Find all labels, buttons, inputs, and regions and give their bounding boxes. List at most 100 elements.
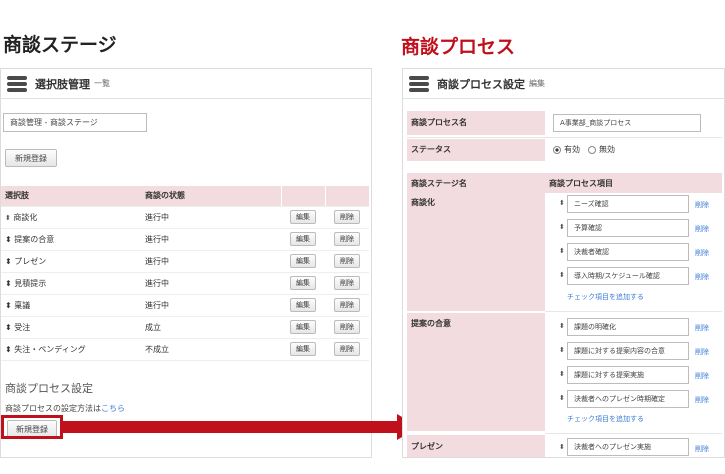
radio-inactive[interactable] [588, 145, 596, 154]
new-register-button[interactable]: 新規登録 [5, 149, 57, 167]
col-item: 商談プロセス項目 [549, 179, 613, 188]
col-choice: 選択肢 [1, 186, 141, 207]
item-input[interactable]: 課題に対する提案内容の合意 [567, 342, 689, 360]
panel-title: 商談プロセス設定 [437, 77, 525, 91]
add-check-item-link[interactable]: チェック項目を追加する [567, 414, 644, 424]
table-row: ⬍ プレゼン 進行中 編集 削除 [1, 250, 369, 273]
delete-button[interactable]: 削除 [334, 342, 360, 356]
panel-subtitle: 編集 [529, 79, 545, 88]
row-name: 商談化 [13, 212, 38, 222]
stage-name: 提案の合意 [411, 319, 451, 328]
radio-active-label: 有効 [564, 145, 580, 154]
panel-header: 選択肢管理 一覧 [1, 69, 371, 99]
delete-button[interactable]: 削除 [334, 210, 360, 224]
row-state: 進行中 [141, 206, 281, 229]
col-stage: 商談ステージ名 [411, 179, 467, 188]
item-delete-link[interactable]: 削除 [695, 347, 709, 357]
table-row: ⬍ 見積提示 進行中 編集 削除 [1, 272, 369, 295]
item-input[interactable]: 課題に対する提案実施 [567, 366, 689, 384]
row-state: 進行中 [141, 272, 281, 295]
drag-handle-icon[interactable]: ⬍ [5, 279, 12, 288]
row-state: 進行中 [141, 228, 281, 251]
drag-handle-icon[interactable]: ⬍ [5, 235, 12, 244]
delete-button[interactable]: 削除 [334, 276, 360, 290]
row-state: 進行中 [141, 250, 281, 273]
delete-button[interactable]: 削除 [334, 254, 360, 268]
drag-handle-icon[interactable]: ⬍ [559, 247, 565, 255]
database-icon [409, 75, 429, 92]
item-input[interactable]: 課題の明確化 [567, 318, 689, 336]
edit-button[interactable]: 編集 [290, 210, 316, 224]
drag-handle-icon[interactable]: ⬍ [559, 394, 565, 402]
item-input[interactable]: 決裁者確認 [567, 243, 689, 261]
item-delete-link[interactable]: 削除 [695, 444, 709, 454]
radio-inactive-label: 無効 [599, 145, 615, 154]
stage-name: 商談化 [411, 198, 435, 207]
divider [545, 433, 722, 434]
edit-button[interactable]: 編集 [290, 342, 316, 356]
add-check-item-link[interactable]: チェック項目を追加する [567, 292, 644, 302]
drag-handle-icon[interactable]: ⬍ [5, 214, 11, 222]
stage-cell [407, 313, 545, 431]
col-edit [280, 186, 325, 207]
col-state: 商談の状態 [141, 186, 281, 207]
row-name: 提案の合意 [14, 234, 55, 244]
row-state: 成立 [141, 316, 281, 339]
arrow-shaft [61, 421, 401, 433]
delete-button[interactable]: 削除 [334, 232, 360, 246]
item-input[interactable]: 決裁者へのプレゼン実施 [567, 438, 689, 456]
item-delete-link[interactable]: 削除 [695, 224, 709, 234]
drag-handle-icon[interactable]: ⬍ [559, 223, 565, 231]
item-input[interactable]: ニーズ確認 [567, 195, 689, 213]
table-row: ⬍ 受注 成立 編集 削除 [1, 316, 369, 339]
radio-active[interactable] [553, 145, 561, 154]
drag-handle-icon[interactable]: ⬍ [559, 271, 565, 279]
edit-button[interactable]: 編集 [290, 320, 316, 334]
panel-subtitle: 一覧 [94, 79, 110, 88]
process-section-title: 商談プロセス設定 [5, 382, 93, 395]
edit-button[interactable]: 編集 [290, 254, 316, 268]
table-header-row: 選択肢 商談の状態 [1, 186, 369, 207]
drag-handle-icon[interactable]: ⬍ [559, 199, 565, 207]
process-help-text: 商談プロセスの設定方法はこちら [5, 403, 125, 414]
row-name: 受注 [14, 322, 31, 332]
col-delete [324, 186, 369, 207]
breadcrumb-select[interactable]: 商談管理 - 商談ステージ [3, 113, 147, 132]
stage-name: プレゼン [411, 442, 443, 451]
drag-handle-icon[interactable]: ⬍ [5, 345, 12, 354]
item-delete-link[interactable]: 削除 [695, 200, 709, 210]
choice-management-panel: 選択肢管理 一覧 商談管理 - 商談ステージ 新規登録 選択肢 商談の状態 ⬍ … [0, 68, 372, 458]
drag-handle-icon[interactable]: ⬍ [5, 301, 12, 310]
process-help-link[interactable]: こちら [101, 404, 125, 413]
drag-handle-icon[interactable]: ⬍ [559, 443, 565, 451]
row-state: 進行中 [141, 294, 281, 317]
delete-button[interactable]: 削除 [334, 320, 360, 334]
item-delete-link[interactable]: 削除 [695, 272, 709, 282]
drag-handle-icon[interactable]: ⬍ [559, 370, 565, 378]
row-state: 不成立 [141, 338, 281, 361]
drag-handle-icon[interactable]: ⬍ [5, 323, 12, 332]
item-input[interactable]: 予算確認 [567, 219, 689, 237]
item-delete-link[interactable]: 削除 [695, 371, 709, 381]
process-settings-panel: 商談プロセス設定 編集 商談プロセス名 A事業部_商談プロセス ステータス 有効… [402, 68, 725, 458]
edit-button[interactable]: 編集 [290, 276, 316, 290]
divider [407, 137, 722, 138]
row-name: プレゼン [14, 256, 47, 266]
drag-handle-icon[interactable]: ⬍ [559, 346, 565, 354]
table-row: ⬍ 失注・ペンディング 不成立 編集 削除 [1, 338, 369, 361]
stage-cell [407, 193, 545, 311]
item-delete-link[interactable]: 削除 [695, 323, 709, 333]
item-input[interactable]: 導入時期/スケジュール確認 [567, 267, 689, 285]
drag-handle-icon[interactable]: ⬍ [5, 257, 12, 266]
drag-handle-icon[interactable]: ⬍ [559, 322, 565, 330]
item-delete-link[interactable]: 削除 [695, 395, 709, 405]
edit-button[interactable]: 編集 [290, 232, 316, 246]
status-radio-group: 有効 無効 [553, 144, 615, 155]
row-name: 失注・ペンディング [14, 344, 86, 354]
item-delete-link[interactable]: 削除 [695, 248, 709, 258]
process-name-input[interactable]: A事業部_商談プロセス [553, 114, 701, 132]
item-input[interactable]: 決裁者へのプレゼン時期確定 [567, 390, 689, 408]
edit-button[interactable]: 編集 [290, 298, 316, 312]
process-help-label: 商談プロセスの設定方法は [5, 404, 101, 413]
delete-button[interactable]: 削除 [334, 298, 360, 312]
